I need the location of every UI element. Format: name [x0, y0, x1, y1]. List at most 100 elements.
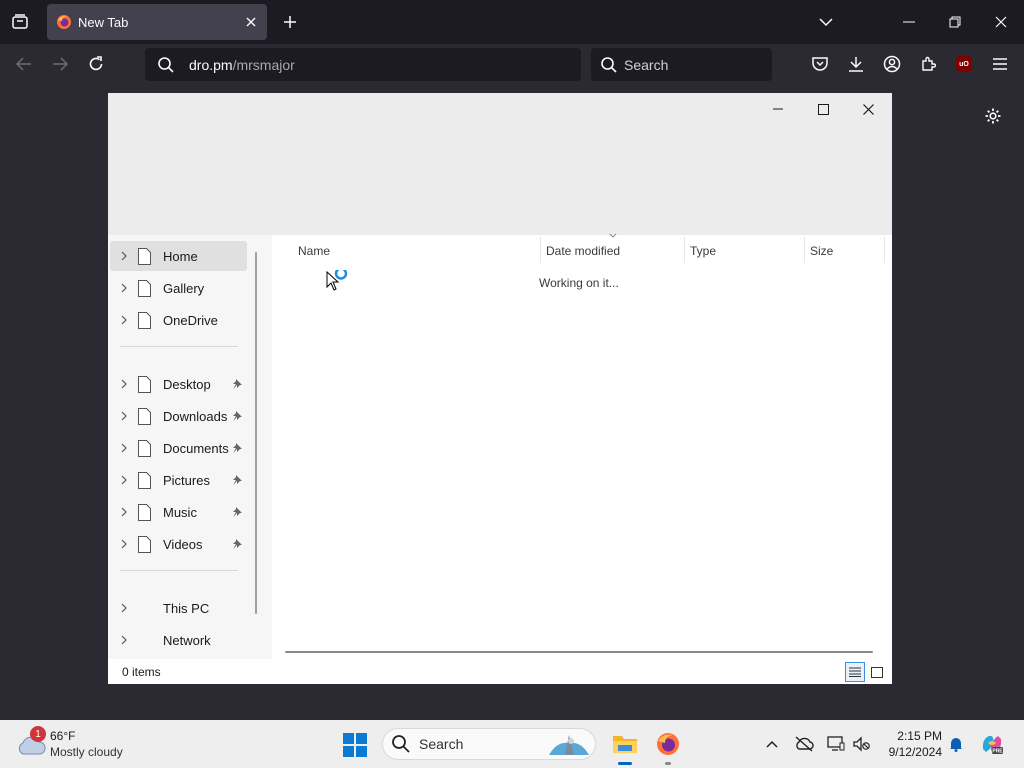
chevron-right-icon[interactable]: [110, 251, 138, 261]
volume-tray-button[interactable]: [850, 732, 874, 756]
nav-pane-scrollbar[interactable]: [255, 252, 257, 614]
windows-taskbar: 1 66°F Mostly cloudy Search 2:15 PM 9/12…: [0, 720, 1024, 768]
firefox-icon: [657, 733, 679, 755]
gear-icon: [985, 108, 1001, 124]
extensions-button[interactable]: [916, 52, 940, 76]
nav-item-label: Home: [163, 248, 198, 264]
back-arrow-icon: [16, 57, 31, 71]
nav-item-this-pc[interactable]: This PC: [110, 593, 247, 623]
tab-new-tab[interactable]: New Tab: [47, 4, 267, 40]
browser-restore-button[interactable]: [941, 8, 969, 36]
browser-minimize-button[interactable]: [895, 8, 923, 36]
ublock-button[interactable]: uO: [952, 52, 976, 76]
reload-icon: [89, 56, 103, 71]
tab-close-button[interactable]: [239, 10, 263, 34]
explorer-close-button[interactable]: [846, 95, 890, 123]
puzzle-icon: [922, 56, 936, 71]
browser-search-box[interactable]: [591, 48, 772, 81]
chevron-right-icon[interactable]: [110, 635, 138, 645]
windows-start-button[interactable]: [342, 732, 368, 758]
column-header-type[interactable]: Type: [690, 239, 800, 263]
reload-button[interactable]: [84, 52, 108, 76]
nav-item-videos[interactable]: Videos: [110, 529, 247, 559]
url-host: dro.pm: [189, 56, 233, 73]
explorer-maximize-button[interactable]: [801, 95, 845, 123]
forward-arrow-icon: [53, 57, 68, 71]
chevron-right-icon[interactable]: [110, 315, 138, 325]
explorer-minimize-button[interactable]: [756, 95, 800, 123]
back-button[interactable]: [12, 52, 36, 76]
nav-item-documents[interactable]: Documents: [110, 433, 247, 463]
newtab-settings-button[interactable]: [981, 104, 1005, 128]
file-explorer-window: Home Gallery OneDrive Desktop Downloads: [108, 93, 892, 684]
chevron-right-icon[interactable]: [110, 411, 138, 421]
list-all-tabs-button[interactable]: [814, 10, 838, 34]
taskbar-clock[interactable]: 2:15 PM 9/12/2024: [878, 728, 942, 760]
copilot-button[interactable]: PRE: [980, 732, 1004, 756]
loading-status-text: Working on it...: [539, 276, 619, 290]
column-divider[interactable]: [684, 237, 685, 263]
browser-search-input[interactable]: [624, 56, 764, 73]
chevron-right-icon[interactable]: [110, 539, 138, 549]
nav-item-home[interactable]: Home: [110, 241, 247, 271]
nav-item-downloads[interactable]: Downloads: [110, 401, 247, 431]
explorer-title-area: [108, 93, 892, 235]
display-tray-button[interactable]: [824, 732, 848, 756]
pin-icon[interactable]: [232, 507, 244, 517]
weather-widget[interactable]: 1 66°F Mostly cloudy: [16, 726, 156, 762]
chevron-right-icon[interactable]: [110, 475, 138, 485]
app-menu-button[interactable]: [988, 52, 1012, 76]
taskbar-search-box[interactable]: Search: [382, 728, 596, 760]
nav-item-pictures[interactable]: Pictures: [110, 465, 247, 495]
chevron-right-icon[interactable]: [110, 283, 138, 293]
pocket-icon: [812, 57, 828, 71]
pin-icon[interactable]: [232, 411, 244, 421]
pin-icon[interactable]: [232, 539, 244, 549]
notifications-button[interactable]: [944, 732, 968, 756]
details-view-icon: [849, 667, 861, 677]
column-header-size[interactable]: Size: [810, 239, 880, 263]
tiles-view-icon: [871, 666, 883, 678]
nav-item-music[interactable]: Music: [110, 497, 247, 527]
details-view-button[interactable]: [845, 662, 865, 682]
column-header-date-modified[interactable]: Date modified: [546, 239, 686, 263]
horizontal-scrollbar[interactable]: [285, 651, 873, 653]
chevron-right-icon[interactable]: [110, 507, 138, 517]
nav-item-onedrive[interactable]: OneDrive: [110, 305, 247, 335]
chevron-right-icon[interactable]: [110, 379, 138, 389]
column-divider[interactable]: [884, 237, 885, 263]
show-hidden-icons-button[interactable]: [760, 732, 784, 756]
chevron-up-icon: [766, 740, 778, 748]
busy-cursor-icon: [326, 270, 348, 291]
firefox-taskbar-button[interactable]: [652, 728, 684, 765]
forward-button[interactable]: [48, 52, 72, 76]
nav-item-gallery[interactable]: Gallery: [110, 273, 247, 303]
tab-list-button[interactable]: [8, 10, 32, 34]
column-divider[interactable]: [540, 237, 541, 263]
browser-close-button[interactable]: [987, 8, 1015, 36]
column-divider[interactable]: [804, 237, 805, 263]
file-list-pane: Name Date modified Type Size Working on …: [264, 233, 892, 659]
close-icon: [246, 17, 256, 27]
running-app-indicator: [665, 762, 671, 765]
account-icon: [883, 55, 901, 73]
nav-item-desktop[interactable]: Desktop: [110, 369, 247, 399]
account-button[interactable]: [880, 52, 904, 76]
pin-icon[interactable]: [232, 379, 244, 389]
column-header-name[interactable]: Name: [298, 239, 538, 263]
downloads-button[interactable]: [844, 52, 868, 76]
nav-item-network[interactable]: Network: [110, 625, 247, 655]
hamburger-menu-icon: [993, 58, 1007, 70]
network-status-button[interactable]: [792, 732, 816, 756]
copilot-icon: PRE: [982, 735, 1003, 755]
pin-icon[interactable]: [232, 475, 244, 485]
new-tab-button[interactable]: [278, 10, 302, 34]
file-explorer-taskbar-button[interactable]: [609, 728, 641, 765]
pin-icon[interactable]: [232, 443, 244, 453]
chevron-right-icon[interactable]: [110, 603, 138, 613]
tiles-view-button[interactable]: [867, 662, 887, 682]
item-count: 0 items: [122, 665, 161, 679]
chevron-right-icon[interactable]: [110, 443, 138, 453]
address-bar[interactable]: dro.pm/mrsmajor: [145, 48, 581, 81]
pocket-button[interactable]: [808, 52, 832, 76]
